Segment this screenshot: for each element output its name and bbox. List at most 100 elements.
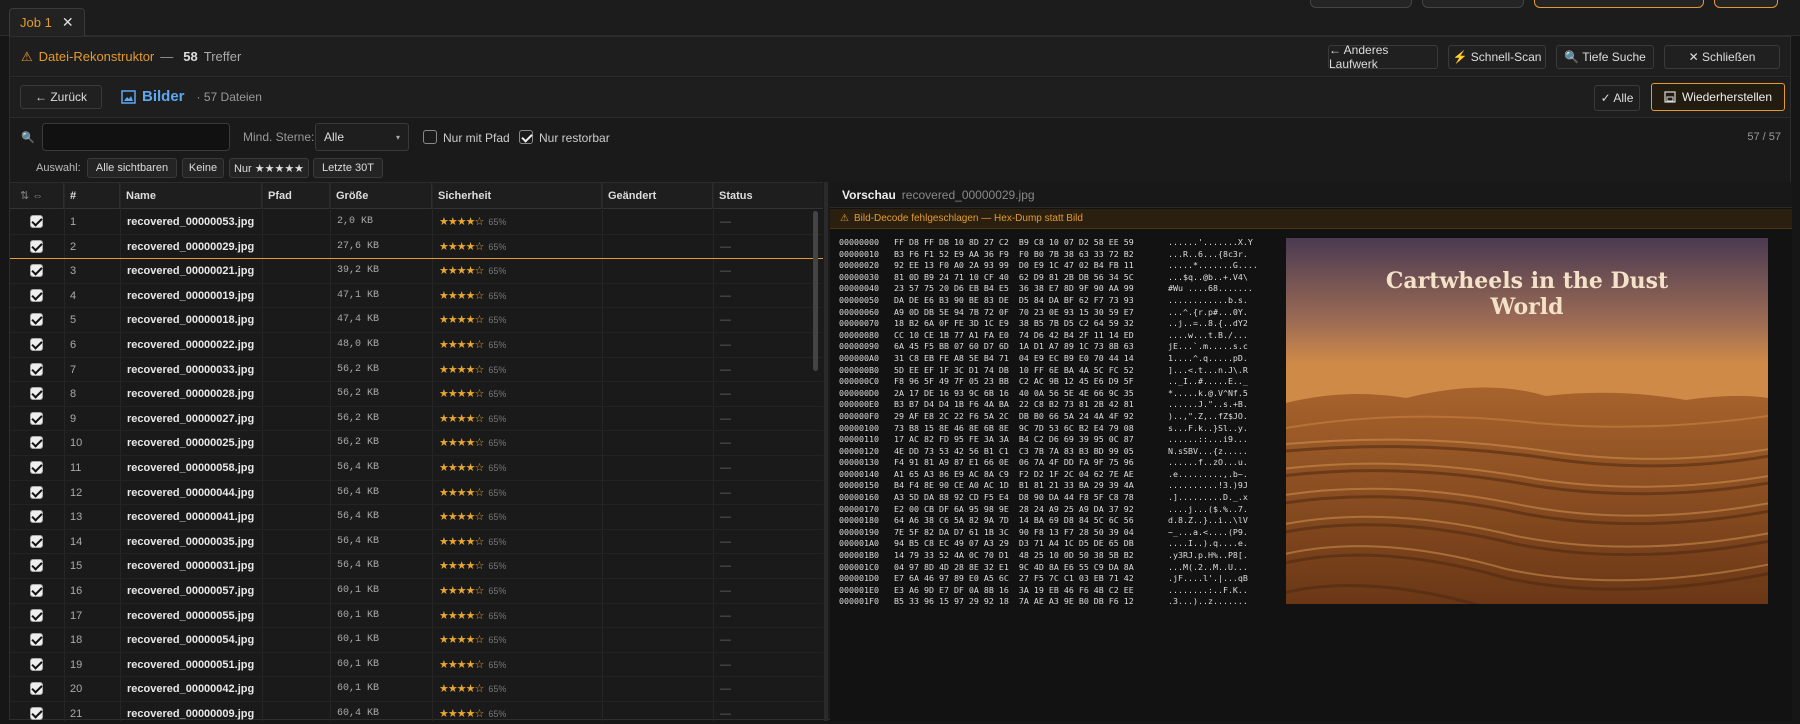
row-checkbox[interactable] xyxy=(30,338,43,351)
sort-icon[interactable]: ⇅ xyxy=(20,190,29,202)
min-stars-select[interactable]: Alle ▾ xyxy=(315,123,409,151)
table-row[interactable]: 9 recovered_00000027.jpg 56,2 KB ★★★★☆ 65% — xyxy=(10,407,823,432)
file-size: 60,1 KB xyxy=(337,658,380,670)
row-checkbox[interactable] xyxy=(30,485,43,499)
table-row[interactable]: 16 recovered_00000057.jpg 60,1 KB ★★★★☆ 65% — xyxy=(10,579,823,604)
table-row[interactable]: 3 recovered_00000021.jpg 39,2 KB ★★★★☆ 65% — xyxy=(10,259,823,284)
row-checkbox[interactable] xyxy=(30,215,43,228)
back-button[interactable]: ← Zurück xyxy=(20,85,102,109)
other-drive-button[interactable]: ← Anderes Laufwerk xyxy=(1328,43,1438,71)
hex-ascii: ~_...a.<....(P9. xyxy=(1168,526,1248,537)
star-rating: ★★★★☆ xyxy=(439,363,484,376)
status-cell: — xyxy=(720,363,731,376)
toolbar-button[interactable] xyxy=(1714,0,1778,8)
search-input[interactable] xyxy=(42,123,230,151)
hex-dump: 00000000 FF D8 FF DB 10 8D 27 C2 B9 C8 10… xyxy=(839,237,1258,608)
row-checkbox[interactable] xyxy=(30,584,43,597)
row-number: 10 xyxy=(70,437,83,450)
pane-splitter[interactable] xyxy=(824,182,828,721)
row-checkbox[interactable] xyxy=(30,313,43,327)
select-all-button[interactable]: ✓ Alle xyxy=(1594,85,1640,111)
table-scrollbar[interactable] xyxy=(813,211,818,371)
top-toolbar-remnants xyxy=(1310,0,1778,8)
table-row[interactable]: 15 recovered_00000031.jpg 56,4 KB ★★★★☆ 65% — xyxy=(10,554,823,579)
table-row[interactable]: 20 recovered_00000042.jpg 60,1 KB ★★★★☆ 65% — xyxy=(10,677,823,702)
only-restorable-checkbox[interactable] xyxy=(519,130,533,144)
row-checkbox[interactable] xyxy=(30,559,43,573)
quick-scan-button[interactable]: ⚡ Schnell-Scan xyxy=(1448,45,1546,69)
row-checkbox[interactable] xyxy=(30,239,43,253)
row-checkbox[interactable] xyxy=(30,534,43,548)
row-checkbox[interactable] xyxy=(30,461,43,474)
toolbar-button[interactable] xyxy=(1534,0,1704,8)
table-row[interactable]: 10 recovered_00000025.jpg 56,2 KB ★★★★☆ 65% — xyxy=(10,431,823,456)
row-checkbox[interactable] xyxy=(30,436,43,450)
row-checkbox[interactable] xyxy=(30,657,43,671)
confidence-percent: 65% xyxy=(488,241,507,252)
table-row[interactable]: 2 recovered_00000029.jpg 27,6 KB ★★★★☆ 65% — xyxy=(10,235,823,260)
table-row[interactable]: 1 recovered_00000053.jpg 2,0 KB ★★★★☆ 65% — xyxy=(10,210,823,235)
table-row[interactable]: 12 recovered_00000044.jpg 56,4 KB ★★★★☆ 65% — xyxy=(10,481,823,506)
table-row[interactable]: 17 recovered_00000055.jpg 60,1 KB ★★★★☆ 65% — xyxy=(10,604,823,629)
expand-icon[interactable]: ⇔ xyxy=(32,190,43,202)
column-header-size[interactable]: Größe xyxy=(330,183,432,209)
hex-bytes: F8 96 5F 49 7F 05 23 BB C2 AC 9B 12 45 E… xyxy=(894,376,1134,387)
restore-button[interactable]: Wiederherstellen xyxy=(1651,83,1785,111)
confidence-percent: 65% xyxy=(488,536,507,547)
hex-offset: 00000040 xyxy=(839,283,879,294)
preview-image: Cartwheels in the Dust World xyxy=(1286,238,1768,604)
table-row[interactable]: 21 recovered_00000009.jpg 60,4 KB ★★★★☆ 65% — xyxy=(10,702,823,721)
deep-search-button[interactable]: 🔍 Tiefe Suche xyxy=(1556,45,1654,69)
file-size: 27,6 KB xyxy=(337,240,380,252)
row-checkbox[interactable] xyxy=(30,387,43,401)
status-cell: — xyxy=(720,462,731,474)
tab-bar: Job 1 ✕ xyxy=(0,0,1800,36)
table-row[interactable]: 19 recovered_00000051.jpg 60,1 KB ★★★★☆ 65% — xyxy=(10,653,823,678)
five-star-filter-button[interactable]: Nur ★★★★★ xyxy=(229,158,309,178)
close-icon[interactable]: ✕ xyxy=(62,14,74,31)
select-none-button[interactable]: Keine xyxy=(182,158,224,178)
status-cell: — xyxy=(720,240,731,253)
confidence-percent: 65% xyxy=(488,659,507,670)
table-row[interactable]: 7 recovered_00000033.jpg 56,2 KB ★★★★☆ 65% — xyxy=(10,358,823,383)
column-header-confidence[interactable]: Sicherheit xyxy=(432,183,602,209)
row-checkbox[interactable] xyxy=(30,707,43,720)
only-path-checkbox[interactable] xyxy=(423,130,437,144)
table-row[interactable]: 13 recovered_00000041.jpg 56,4 KB ★★★★☆ 65% — xyxy=(10,505,823,530)
column-header-name[interactable]: Name xyxy=(120,183,262,209)
table-row[interactable]: 4 recovered_00000019.jpg 47,1 KB ★★★★☆ 65% — xyxy=(10,284,823,309)
table-row[interactable]: 18 recovered_00000054.jpg 60,1 KB ★★★★☆ 65% — xyxy=(10,628,823,653)
toolbar-button[interactable] xyxy=(1422,0,1524,8)
row-checkbox[interactable] xyxy=(30,633,43,647)
hex-ascii: *.....k.@.V^Nf.5 xyxy=(1168,387,1248,398)
hex-offset: 00000190 xyxy=(839,526,879,537)
table-row[interactable]: 6 recovered_00000022.jpg 48,0 KB ★★★★☆ 65% — xyxy=(10,333,823,358)
column-header-num[interactable]: # xyxy=(64,183,120,209)
row-checkbox[interactable] xyxy=(30,288,43,302)
hex-ascii: d.8.Z..}..i..\lV xyxy=(1168,515,1248,526)
star-rating: ★★★★☆ xyxy=(439,511,484,524)
hex-line: 000000A0 31 C8 EB FE A8 5E B4 71 04 E9 EC… xyxy=(839,353,1258,365)
row-checkbox[interactable] xyxy=(30,608,43,622)
row-checkbox[interactable] xyxy=(30,682,43,696)
row-checkbox[interactable] xyxy=(30,510,43,524)
select-visible-button[interactable]: Alle sichtbaren xyxy=(87,158,177,178)
row-checkbox[interactable] xyxy=(30,411,43,425)
row-checkbox[interactable] xyxy=(30,362,43,376)
file-count: · 57 Dateien xyxy=(196,89,262,104)
tab-job-1[interactable]: Job 1 ✕ xyxy=(9,8,85,36)
toolbar-button[interactable] xyxy=(1310,0,1412,8)
last-30-days-button[interactable]: Letzte 30T xyxy=(313,158,383,178)
column-header-modified[interactable]: Geändert xyxy=(602,183,713,209)
table-row[interactable]: 14 recovered_00000035.jpg 56,4 KB ★★★★☆ 65% — xyxy=(10,530,823,555)
file-name: recovered_00000031.jpg xyxy=(127,560,255,573)
table-row[interactable]: 8 recovered_00000028.jpg 56,2 KB ★★★★☆ 65% — xyxy=(10,382,823,407)
column-header-status[interactable]: Status xyxy=(713,183,813,209)
table-row[interactable]: 11 recovered_00000058.jpg 56,4 KB ★★★★☆ 65% — xyxy=(10,456,823,481)
hex-bytes: 4E DD 73 53 42 56 B1 C1 C3 7B 7A 83 B3 B… xyxy=(894,445,1134,456)
hex-offset: 000001A0 xyxy=(839,538,879,549)
column-header-path[interactable]: Pfad xyxy=(262,183,330,209)
table-row[interactable]: 5 recovered_00000018.jpg 47,4 KB ★★★★☆ 65% — xyxy=(10,308,823,333)
close-button[interactable]: ✕ Schließen xyxy=(1664,45,1780,69)
row-checkbox[interactable] xyxy=(30,264,43,278)
